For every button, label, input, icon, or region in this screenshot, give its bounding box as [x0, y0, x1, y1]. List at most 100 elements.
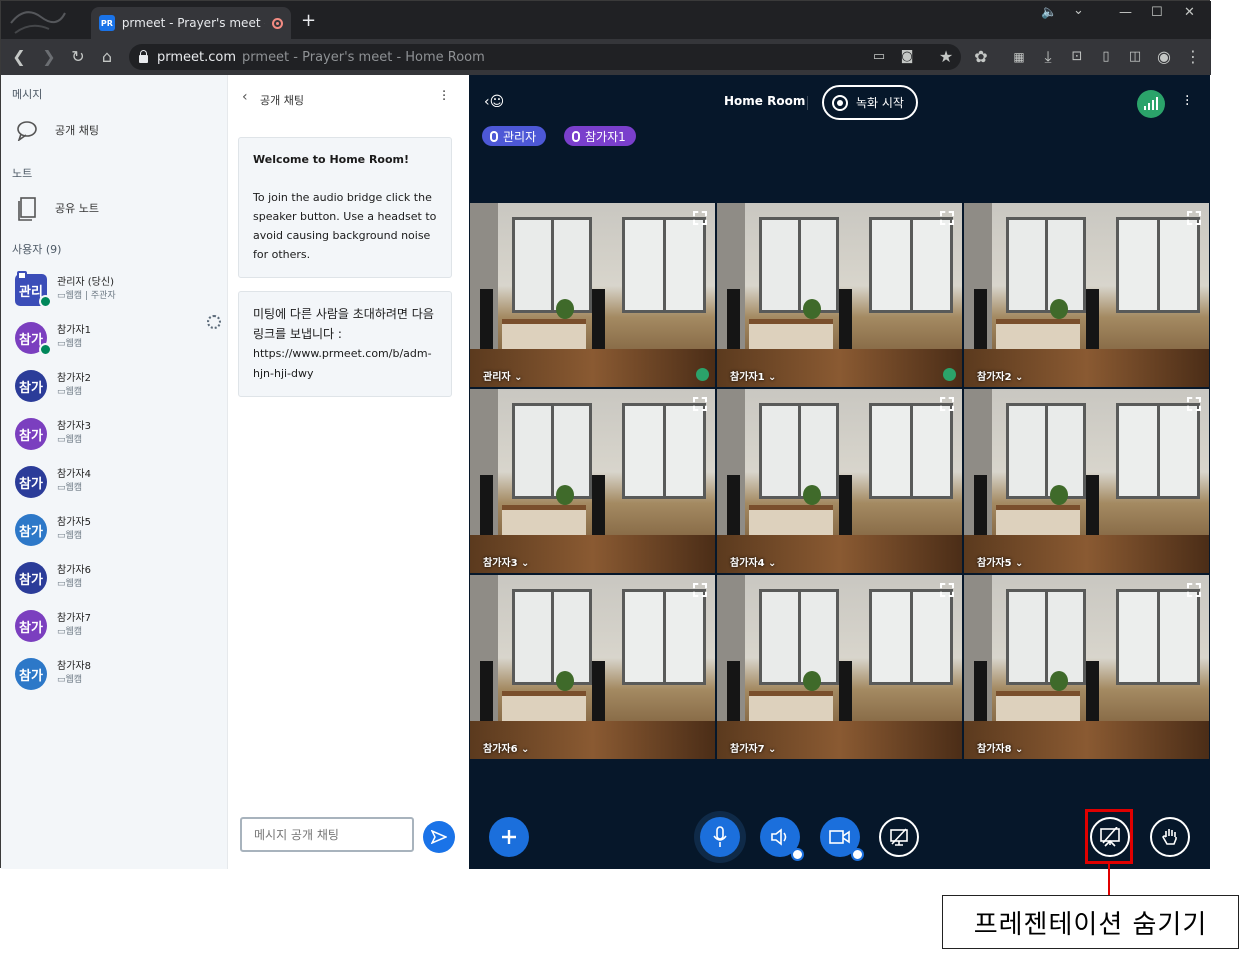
public-chat-nav[interactable]: 공개 채팅 — [15, 117, 99, 143]
meeting-options-icon[interactable]: · · · — [1185, 90, 1189, 112]
minimize-icon[interactable]: — — [1119, 5, 1132, 20]
user-list-item[interactable]: 참가 참가자6 ▭웹캠 — [15, 559, 220, 603]
send-message-button[interactable] — [423, 821, 455, 853]
user-status: ▭웹캠 — [57, 576, 82, 589]
tile-user-name[interactable]: 참가자2 ⌄ — [977, 368, 1023, 383]
chat-options-icon[interactable]: · · · — [442, 86, 446, 107]
video-tile[interactable]: 참가자5 ⌄ — [964, 389, 1209, 573]
tile-user-name[interactable]: 참가자5 ⌄ — [977, 554, 1023, 569]
reload-icon[interactable]: ↻ — [68, 47, 88, 67]
tile-user-name[interactable]: 참가자3 ⌄ — [483, 554, 529, 569]
video-tile[interactable]: 관리자 ⌄ — [470, 203, 715, 387]
fullscreen-icon[interactable] — [693, 397, 707, 411]
user-list-item[interactable]: 참가 참가자7 ▭웹캠 — [15, 607, 220, 651]
screenshot-icon[interactable]: ⊡ — [1067, 47, 1087, 67]
fullscreen-icon[interactable] — [1187, 583, 1201, 597]
tile-user-name[interactable]: 참가자6 ⌄ — [483, 740, 529, 755]
reader-icon[interactable]: ▯ — [1096, 47, 1116, 67]
webcam-small-icon: ▭ — [57, 483, 66, 493]
audio-button[interactable] — [760, 817, 804, 861]
home-icon[interactable]: ⌂ — [97, 47, 117, 67]
video-tile[interactable]: 참가자8 ⌄ — [964, 575, 1209, 759]
connection-status-icon[interactable] — [1137, 90, 1165, 118]
title-divider — [807, 96, 808, 110]
video-tile[interactable]: 참가자1 ⌄ — [717, 203, 962, 387]
bookmark-star-icon[interactable]: ★ — [936, 47, 956, 67]
user-status: ▭웹캠 — [57, 672, 82, 685]
user-list-item[interactable]: 관리 관리자 (당신) ▭웹캠 | 주관자 — [15, 271, 220, 315]
screenshare-button[interactable] — [879, 817, 919, 857]
tile-user-name[interactable]: 참가자1 ⌄ — [730, 368, 776, 383]
user-list-item[interactable]: 참가 참가자3 ▭웹캠 — [15, 415, 220, 459]
fullscreen-icon[interactable] — [693, 583, 707, 597]
url-page-title: prmeet - Prayer's meet - Home Room — [242, 49, 485, 65]
tile-user-name[interactable]: 관리자 ⌄ — [483, 368, 522, 383]
webcam-video-frame — [717, 575, 962, 759]
cast-icon[interactable]: ▭ — [869, 47, 889, 67]
shared-notes-nav[interactable]: 공유 노트 — [15, 195, 99, 221]
download-icon[interactable]: ⤓ — [1038, 47, 1058, 67]
browser-window: PR prmeet - Prayer's meet - Home Room + … — [0, 0, 1211, 869]
video-tile[interactable]: 참가자3 ⌄ — [470, 389, 715, 573]
raise-hand-button[interactable] — [1150, 817, 1190, 857]
fullscreen-icon[interactable] — [693, 211, 707, 225]
user-status-text: 웹캠 — [65, 579, 83, 589]
video-tile[interactable]: 참가자4 ⌄ — [717, 389, 962, 573]
browser-tab[interactable]: PR prmeet - Prayer's meet - Home Room — [91, 7, 291, 39]
tab-search-chevron-icon[interactable]: ⌄ — [1073, 3, 1084, 18]
notes-icon — [15, 195, 41, 221]
fullscreen-icon[interactable] — [940, 211, 954, 225]
tile-user-name[interactable]: 참가자7 ⌄ — [730, 740, 776, 755]
start-recording-button[interactable]: 녹화 시작 — [822, 85, 918, 120]
address-bar[interactable]: prmeet.com prmeet - Prayer's meet - Home… — [129, 44, 961, 70]
user-list-item[interactable]: 참가 참가자5 ▭웹캠 — [15, 511, 220, 555]
talking-mic-icon — [39, 343, 52, 356]
user-list-item[interactable]: 참가 참가자2 ▭웹캠 — [15, 367, 220, 411]
camera-icon[interactable]: ◙ — [897, 47, 917, 67]
plus-icon — [502, 830, 516, 844]
fullscreen-icon[interactable] — [1187, 397, 1201, 411]
video-tile[interactable]: 참가자2 ⌄ — [964, 203, 1209, 387]
webcam-video-frame — [717, 389, 962, 573]
recording-indicator-icon — [272, 17, 284, 29]
user-status: ▭웹캠 | 주관자 — [57, 288, 116, 301]
browser-menu-icon[interactable]: ⋮ — [1183, 47, 1203, 67]
maximize-icon[interactable]: ☐ — [1151, 5, 1163, 20]
video-tile[interactable]: 참가자6 ⌄ — [470, 575, 715, 759]
fullscreen-icon[interactable] — [940, 397, 954, 411]
mute-mic-button[interactable] — [700, 817, 740, 857]
webcam-options-chevron-icon[interactable] — [851, 848, 864, 861]
user-list-item[interactable]: 참가 참가자8 ▭웹캠 — [15, 655, 220, 699]
webcam-button[interactable] — [820, 817, 864, 861]
invite-link[interactable]: https://www.prmeet.com/b/adm-hjn-hji-dwy — [253, 344, 437, 384]
fullscreen-icon[interactable] — [940, 583, 954, 597]
toggle-userlist-icon[interactable]: ‹☺ — [484, 94, 504, 110]
speaker-icon[interactable]: 🔈 — [1041, 5, 1057, 20]
forward-icon[interactable]: ❯ — [39, 47, 59, 67]
flag-icon[interactable]: ▦ — [1009, 47, 1029, 67]
close-window-icon[interactable]: ✕ — [1184, 5, 1195, 20]
new-tab-icon[interactable]: + — [301, 12, 316, 30]
sidepanel-icon[interactable]: ◫ — [1125, 47, 1145, 67]
chat-back-chevron-icon[interactable]: ‹ — [242, 89, 252, 105]
profile-icon[interactable]: ◉ — [1154, 47, 1174, 67]
back-icon[interactable]: ❮ — [9, 47, 29, 67]
talking-indicator[interactable]: 참가자1 — [564, 126, 636, 146]
chat-message-input[interactable] — [240, 817, 414, 852]
user-list-item[interactable]: 참가 참가자4 ▭웹캠 — [15, 463, 220, 507]
actions-button[interactable] — [489, 817, 529, 857]
user-list-item[interactable]: 참가 참가자1 ▭웹캠 — [15, 319, 220, 363]
talking-mic-icon — [39, 295, 52, 308]
tile-user-name[interactable]: 참가자4 ⌄ — [730, 554, 776, 569]
avatar: 참가 — [15, 418, 47, 450]
shared-notes-label: 공유 노트 — [55, 202, 99, 215]
extension-icon[interactable]: ✿ — [971, 47, 991, 67]
tile-user-name[interactable]: 참가자8 ⌄ — [977, 740, 1023, 755]
audio-options-chevron-icon[interactable] — [791, 848, 804, 861]
video-tile[interactable]: 참가자7 ⌄ — [717, 575, 962, 759]
fullscreen-icon[interactable] — [1187, 211, 1201, 225]
welcome-message: Welcome to Home Room! To join the audio … — [238, 137, 452, 278]
talking-indicator[interactable]: 관리자 — [482, 126, 547, 146]
user-status-text: 웹캠 — [65, 531, 83, 541]
avatar: 참가 — [15, 466, 47, 498]
